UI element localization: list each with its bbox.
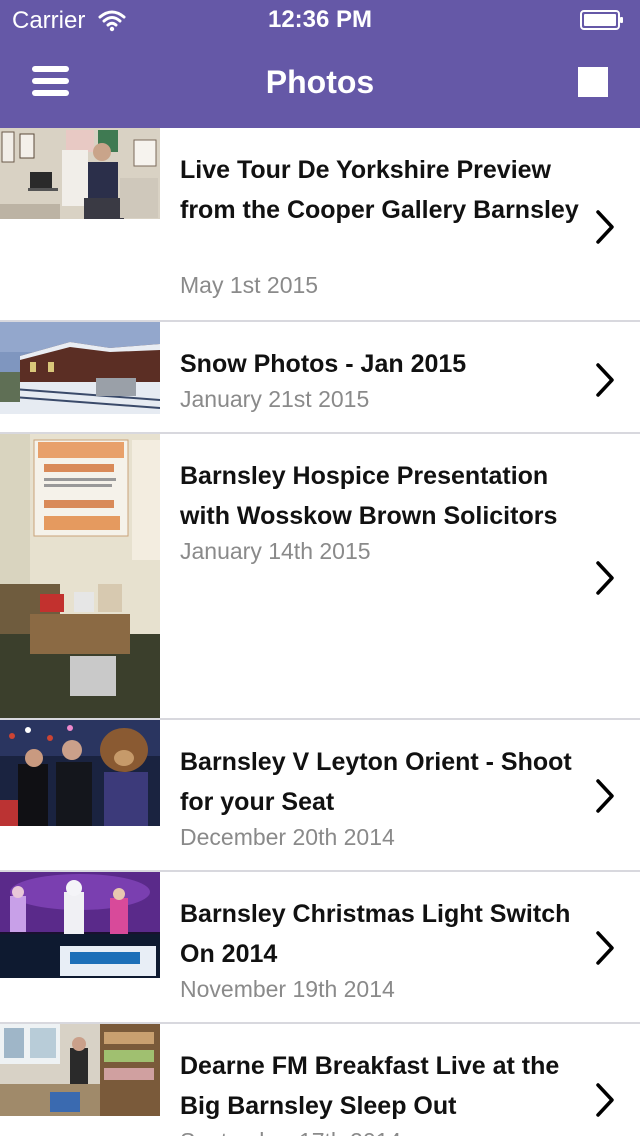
album-title: Barnsley Hospice Presentation with Wossk… <box>180 462 558 530</box>
album-date: December 20th 2014 <box>180 824 395 850</box>
album-date: May 1st 2015 <box>180 272 319 298</box>
navigation-bar: Photos <box>0 40 640 128</box>
album-row[interactable]: Dearne FM Breakfast Live at the Big Barn… <box>0 1024 640 1136</box>
album-row[interactable]: Barnsley Christmas Light Switch On 2014 … <box>0 872 640 1024</box>
album-title: Dearne FM Breakfast Live at the Big Barn… <box>180 1052 560 1120</box>
battery-icon <box>580 10 623 30</box>
album-list[interactable]: Live Tour De Yorkshire Preview from the … <box>0 128 640 1136</box>
album-date: November 19th 2014 <box>180 976 395 1002</box>
album-title: Barnsley Christmas Light Switch On 2014 <box>180 900 571 968</box>
chevron-right-icon <box>596 779 614 813</box>
chevron-right-icon <box>596 561 614 595</box>
album-thumbnail <box>0 872 160 978</box>
status-time: 12:36 PM <box>267 6 373 33</box>
album-thumbnail <box>0 322 160 414</box>
album-row[interactable]: Barnsley V Leyton Orient - Shoot for you… <box>0 720 640 872</box>
chevron-right-icon <box>596 931 614 965</box>
album-row[interactable]: Live Tour De Yorkshire Preview from the … <box>0 128 640 322</box>
album-title: Snow Photos - Jan 2015 <box>180 350 467 378</box>
chevron-right-icon <box>596 363 614 397</box>
album-title: Barnsley V Leyton Orient - Shoot for you… <box>180 748 572 816</box>
album-thumbnail <box>0 434 160 718</box>
album-thumbnail <box>0 720 160 826</box>
square-icon[interactable] <box>578 67 608 97</box>
album-thumbnail <box>0 1024 160 1116</box>
chevron-right-icon <box>596 1083 614 1117</box>
album-date: January 14th 2015 <box>180 538 371 564</box>
album-title: Live Tour De Yorkshire Preview from the … <box>180 156 579 224</box>
album-row[interactable]: Snow Photos - Jan 2015 January 21st 2015 <box>0 322 640 434</box>
page-title: Photos <box>265 64 375 100</box>
top-bar: Carrier 12:36 PM Photos <box>0 0 640 128</box>
chevron-right-icon <box>596 210 614 244</box>
album-row[interactable]: Barnsley Hospice Presentation with Wossk… <box>0 434 640 720</box>
album-date: September 17th 2014 <box>180 1128 401 1136</box>
status-bar: Carrier 12:36 PM <box>0 0 640 40</box>
album-thumbnail <box>0 128 160 219</box>
album-date: January 21st 2015 <box>180 386 370 412</box>
